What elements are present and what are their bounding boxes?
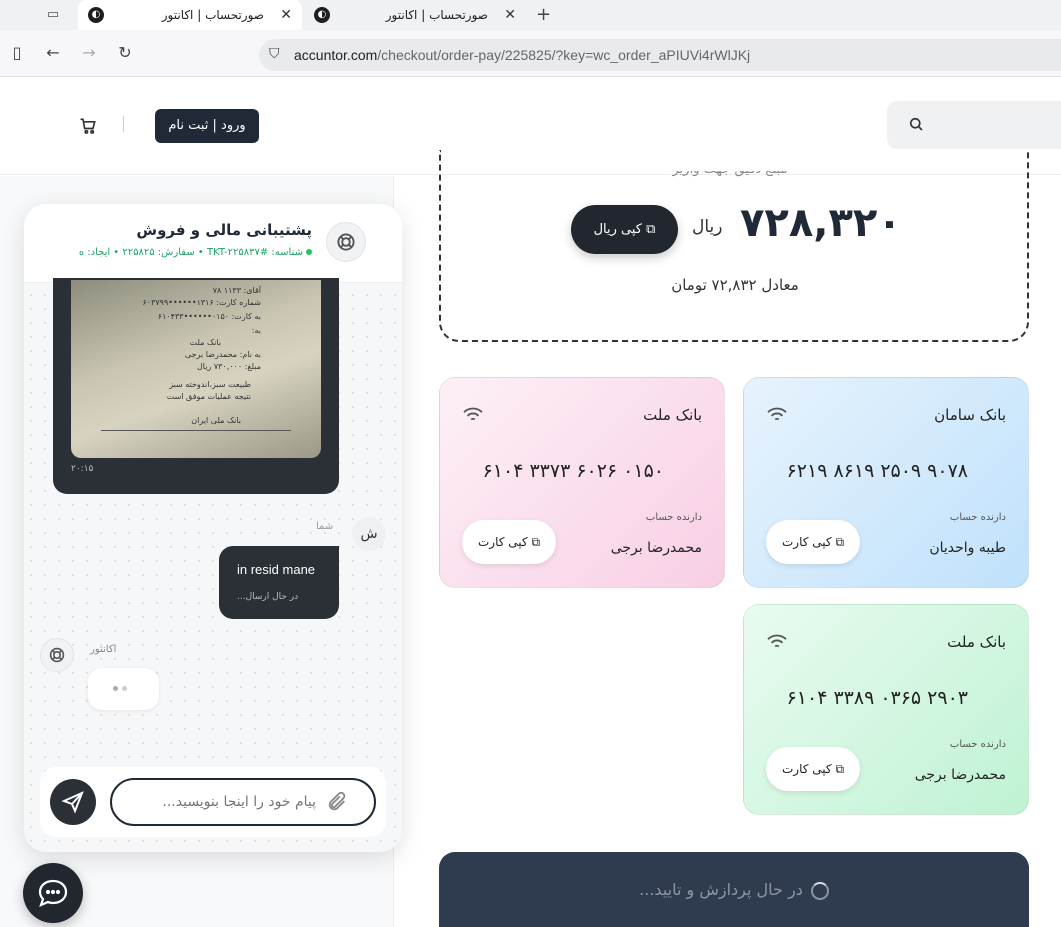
site-favicon-icon: ◐: [314, 7, 330, 23]
site-favicon-icon: ◐: [88, 7, 104, 23]
message-time: ۲۰:۱۵: [71, 464, 94, 474]
contactless-icon: [766, 633, 788, 651]
chat-title: پشتیبانی مالی و فروش: [136, 221, 312, 239]
bank-card-saman: بانک سامان ۶۲۱۹ ۸۶۱۹ ۲۵۰۹ ۹۰۷۸ دارنده حس…: [743, 377, 1029, 588]
amount-unit: ریال: [692, 217, 723, 237]
card-holder: طیبه واحدیان: [929, 540, 1006, 556]
card-holder: محمدرضا برجی: [914, 767, 1006, 783]
message-composer: [40, 767, 386, 837]
contactless-icon: [462, 406, 484, 424]
online-dot: [306, 249, 312, 255]
toman-equivalent: معادل ۷۲,۸۳۲ تومان: [671, 276, 799, 294]
search-box[interactable]: [887, 101, 1061, 149]
bank-card-mellat-1: بانک ملت ۶۱۰۴ ۳۳۷۳ ۶۰۲۶ ۰۱۵۰ دارنده حساب…: [439, 377, 725, 588]
typing-dot: [122, 686, 127, 691]
message-text: in resid mane: [237, 562, 316, 577]
tab-actions-icon[interactable]: ▭: [42, 5, 64, 25]
tab-inactive[interactable]: ◐ صورتحساب | اکانتور ✕: [304, 0, 526, 30]
user-avatar: ش: [352, 517, 386, 551]
support-chat-panel: پشتیبانی مالی و فروش شناسه: #TKT-۲۲۵۸۳۷ …: [24, 204, 402, 852]
lifebuoy-icon: [326, 222, 366, 262]
browser-tab-bar: ▭ ◐ صورتحساب | اکانتور ✕ ◐ صورتحساب | اک…: [0, 0, 1061, 30]
chat-header: پشتیبانی مالی و فروش شناسه: #TKT-۲۲۵۸۳۷ …: [24, 204, 402, 283]
copy-icon: ⧉: [835, 762, 845, 776]
tab-active[interactable]: ◐ صورتحساب | اکانتور ✕: [78, 0, 302, 30]
copy-rial-button[interactable]: ⧉ کپی ریال: [571, 205, 678, 254]
copy-icon: ⧉: [835, 535, 845, 549]
url-field[interactable]: ⛉ accuntor.com/checkout/order-pay/225825…: [259, 39, 1061, 71]
header-divider: [123, 116, 124, 132]
holder-label: دارنده حساب: [645, 512, 702, 523]
user-message: in resid mane در حال ارسال...: [219, 546, 339, 619]
login-register-button[interactable]: ورود | ثبت نام: [155, 109, 259, 143]
typing-dot: [113, 686, 118, 691]
tab-title: صورتحساب | اکانتور: [385, 8, 488, 22]
card-holder: محمدرضا برجی: [610, 540, 702, 556]
typing-indicator: [88, 668, 159, 710]
amount-panel: [439, 150, 1029, 342]
attach-icon[interactable]: [326, 791, 348, 813]
sidebar-toggle-icon[interactable]: ▯: [6, 42, 28, 64]
chat-toggle-button[interactable]: [23, 863, 83, 923]
url-text: accuntor.com/checkout/order-pay/225825/?…: [294, 47, 751, 63]
close-tab-icon[interactable]: ✕: [280, 0, 292, 30]
cart-icon[interactable]: [78, 116, 100, 138]
send-button[interactable]: [50, 779, 96, 825]
contactless-icon: [766, 406, 788, 424]
processing-status-button[interactable]: در حال پردازش و تایید...: [439, 852, 1029, 927]
new-tab-icon[interactable]: +: [536, 0, 551, 30]
bank-name: بانک ملت: [643, 406, 702, 424]
search-icon: [907, 115, 927, 135]
holder-label: دارنده حساب: [949, 512, 1006, 523]
copy-icon: ⧉: [646, 222, 656, 237]
forward-icon[interactable]: →: [78, 42, 100, 64]
copy-card-button[interactable]: ⧉ کپی کارت: [766, 747, 860, 791]
payable-amount: ۷۲۸,۳۲۰: [740, 200, 902, 246]
receipt-image[interactable]: آقای: ۱۱۳۳ ۷۸ شماره کارت: ۱۳۱۶••••••۶۰۳۷…: [71, 280, 321, 458]
spinner-icon: [810, 881, 829, 900]
copy-card-button[interactable]: ⧉ کپی کارت: [766, 520, 860, 564]
bank-name: بانک سامان: [934, 406, 1006, 424]
receipt-message: آقای: ۱۱۳۳ ۷۸ شماره کارت: ۱۳۱۶••••••۶۰۳۷…: [53, 278, 339, 494]
back-icon[interactable]: ←: [42, 42, 64, 64]
holder-label: دارنده حساب: [949, 739, 1006, 750]
bank-name: بانک ملت: [947, 633, 1006, 651]
bank-card-mellat-2: بانک ملت ۶۱۰۴ ۳۳۸۹ ۰۳۶۵ ۲۹۰۳ دارنده حساب…: [743, 604, 1029, 815]
copy-card-button[interactable]: ⧉ کپی کارت: [462, 520, 556, 564]
agent-avatar-icon: [40, 638, 74, 672]
card-number: ۶۱۰۴ ۳۳۸۹ ۰۳۶۵ ۲۹۰۳: [786, 687, 968, 709]
message-status: در حال ارسال...: [237, 592, 299, 602]
card-number: ۶۲۱۹ ۸۶۱۹ ۲۵۰۹ ۹۰۷۸: [786, 460, 968, 482]
tab-title: صورتحساب | اکانتور: [161, 8, 264, 22]
sender-label: شما: [316, 521, 334, 532]
agent-label: اکانتور: [90, 644, 117, 655]
card-number: ۶۱۰۴ ۳۳۷۳ ۶۰۲۶ ۰۱۵۰: [482, 460, 664, 482]
ticket-meta: شناسه: #TKT-۲۲۵۸۳۷ • سفارش: ۲۲۵۸۲۵ • ایج…: [79, 247, 312, 258]
reload-icon[interactable]: ↻: [114, 42, 136, 64]
copy-icon: ⧉: [531, 535, 541, 549]
close-tab-icon[interactable]: ✕: [504, 0, 516, 30]
site-security-icon[interactable]: ⛉: [269, 46, 280, 62]
